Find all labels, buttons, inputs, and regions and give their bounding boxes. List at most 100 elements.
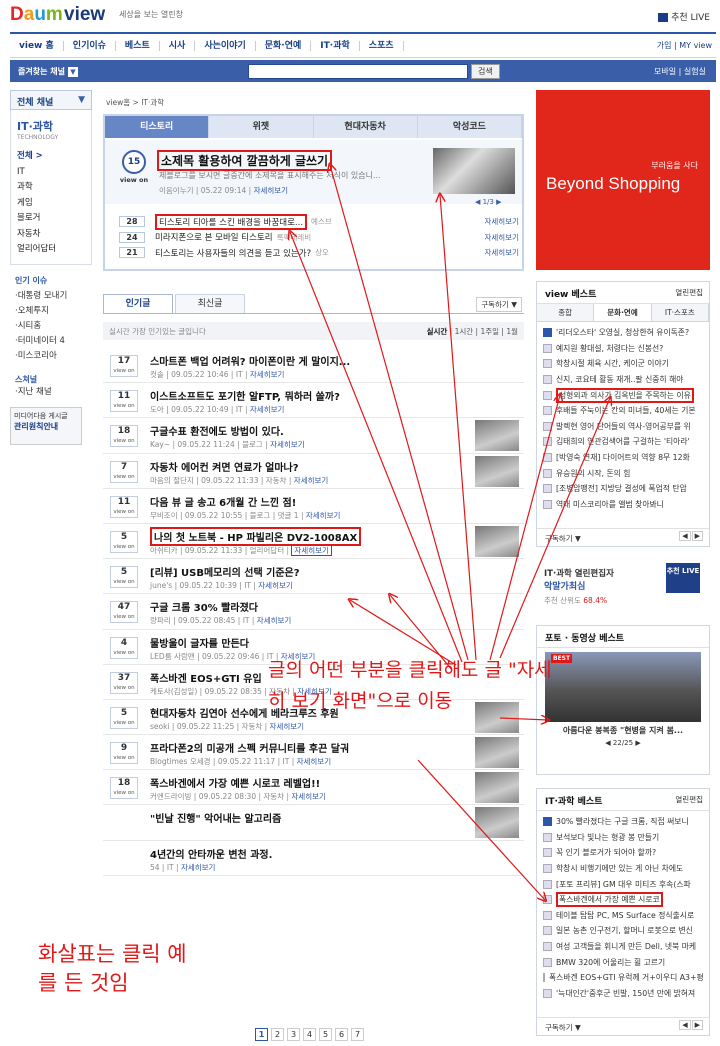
search-button[interactable]: 검색 bbox=[470, 63, 500, 79]
author[interactable]: 량파리 bbox=[150, 616, 171, 625]
view-on-count[interactable]: 7 view on bbox=[110, 460, 138, 483]
author[interactable]: 54 bbox=[150, 863, 160, 872]
list-item[interactable]: '리더오스타' 오영실, 청상한혀 유이독존? bbox=[543, 325, 703, 341]
item-title[interactable]: 30% 빨라졌다는 구글 크롬, 직접 써보니 bbox=[556, 816, 689, 827]
author[interactable]: 케토사(김성일) bbox=[150, 687, 197, 696]
category-item-blogger[interactable]: 블로거 bbox=[17, 211, 85, 227]
category-item-car[interactable]: 자동차 bbox=[17, 227, 85, 243]
period-filter[interactable]: 실시간 | 1시간 | 1주일 | 1월 bbox=[427, 326, 518, 337]
list-item[interactable]: 꼭 인기 블로거가 되어야 할까? bbox=[543, 845, 703, 861]
issue-item[interactable]: ·대통령 모내기 bbox=[15, 289, 92, 304]
subscribe-link[interactable]: 구독하기 bbox=[545, 534, 573, 543]
item-title[interactable]: 김태희의 연관검색어를 구걸하는 '티아라' bbox=[556, 436, 690, 447]
author[interactable]: june's bbox=[150, 581, 172, 590]
author[interactable]: 아쉬티카 bbox=[150, 546, 178, 555]
author[interactable]: 이음이누기 bbox=[159, 186, 194, 195]
comment-count[interactable]: 댓글 1 bbox=[278, 511, 299, 520]
category[interactable]: IT bbox=[236, 370, 243, 379]
more-link[interactable]: 자세히보기 bbox=[291, 544, 332, 556]
item-title[interactable]: 역대 미스코리아를 앨범 찾아봐니 bbox=[556, 499, 664, 510]
article-title[interactable]: 물방울이 글자를 만든다 bbox=[150, 635, 249, 650]
view-on-count[interactable]: 5 view on bbox=[110, 706, 138, 729]
join-myview-links[interactable]: 가입 | MY view bbox=[657, 40, 716, 51]
favorite-channel-dropdown[interactable]: 즐겨찾는 채널 ▼ bbox=[18, 66, 78, 77]
recommend-live-link[interactable]: 추천 LIVE bbox=[658, 10, 710, 23]
table-row[interactable]: 5 view on [리뷰] USB메모리의 선택 기준은? june's | 09.… bbox=[103, 559, 524, 595]
page-2[interactable]: 2 bbox=[271, 1028, 284, 1041]
item-title[interactable]: 신지, 코요테 활동 재개..팔 신중히 해야 bbox=[556, 374, 683, 385]
list-item[interactable]: BMW 320에 어울리는 휠 고르기 bbox=[543, 954, 703, 970]
breadcrumb[interactable]: view홈 > IT·과학 bbox=[106, 97, 164, 108]
page-5[interactable]: 5 bbox=[319, 1028, 332, 1041]
list-item[interactable]: 28 티스토리 티아를 스킨 배경을 바꿈대로... 예스브 자세히보기 bbox=[119, 213, 519, 230]
more-link[interactable]: 자세히보기 bbox=[258, 581, 293, 590]
more-link[interactable]: 자세히보기 bbox=[250, 370, 285, 379]
category-item-all[interactable]: 전체 > bbox=[17, 149, 85, 165]
category[interactable]: IT bbox=[236, 405, 243, 414]
item-title[interactable]: BMW 320에 어울리는 휠 고르기 bbox=[556, 957, 665, 968]
view-on-count[interactable]: 9 view on bbox=[110, 742, 138, 765]
view-on-count[interactable]: 47 view on bbox=[110, 601, 138, 624]
pager-arrows[interactable]: ◀ ▶ bbox=[678, 531, 703, 541]
page-1[interactable]: 1 bbox=[255, 1028, 268, 1041]
photo-pager[interactable]: ◀ 22/25 ▶ bbox=[537, 739, 709, 747]
gnb-sports[interactable]: 스포츠 bbox=[360, 40, 404, 51]
open-edit-link[interactable]: 열린편집 bbox=[675, 794, 703, 805]
featured-article[interactable]: 15 view on 소제목 활용하여 깔끔하게 글쓰기 제블로그를 보시면 글… bbox=[105, 140, 522, 206]
author[interactable]: Kay~ bbox=[150, 440, 170, 449]
tab-tistory[interactable]: 티스토리 bbox=[105, 116, 210, 138]
article-title[interactable]: 구글 크롬 30% 빨라졌다 bbox=[150, 599, 258, 614]
item-title[interactable]: 성형외과 의사가 김옥빈을 주목하는 이유 bbox=[556, 387, 694, 403]
table-row[interactable]: 47 view on 구글 크롬 30% 빨라졌다 량파리 | 09.05.22 08… bbox=[103, 594, 524, 630]
item-source[interactable]: 록팩테레비 bbox=[277, 232, 312, 243]
list-item[interactable]: 테이블 탑탑 PC, MS Surface 정식출시로 bbox=[543, 908, 703, 924]
category-item-game[interactable]: 게임 bbox=[17, 196, 85, 212]
featured-pager[interactable]: ◀ 1/3 ▶ bbox=[475, 198, 501, 206]
category[interactable]: IT bbox=[244, 581, 251, 590]
view-on-count[interactable]: 11 view on bbox=[110, 390, 138, 413]
list-item[interactable]: 일본 농촌 인구전기, 할머니 로봇으로 변신 bbox=[543, 923, 703, 939]
item-title[interactable]: 테이블 탑탑 PC, MS Surface 정식출시로 bbox=[556, 910, 694, 921]
more-link[interactable]: 자세히보기 bbox=[291, 792, 326, 801]
list-item[interactable]: 학창시 비행기에만 있는 게 아닌 차에도 bbox=[543, 861, 703, 877]
list-item[interactable]: 유승원의 시작, 돈의 힘 bbox=[543, 465, 703, 481]
list-item[interactable]: 예지원 황대설, 처령다는 신봉선? bbox=[543, 341, 703, 357]
author[interactable]: 마음의 절단지 bbox=[150, 476, 194, 485]
tab-hyundai[interactable]: 현대자동차 bbox=[314, 116, 418, 138]
page-4[interactable]: 4 bbox=[303, 1028, 316, 1041]
article-title[interactable]: [리뷰] USB메모리의 선택 기준은? bbox=[150, 564, 300, 579]
item-title[interactable]: '늑대인간'중후군 빈발, 150년 만에 밝혀져 bbox=[556, 988, 695, 999]
item-title[interactable]: 예지원 황대설, 처령다는 신봉선? bbox=[556, 343, 663, 354]
issue-item[interactable]: ·시티홈 bbox=[15, 319, 92, 334]
article-title[interactable]: 폭스바겐에서 가장 예쁜 시로코 레벨업!! bbox=[150, 775, 320, 790]
list-item[interactable]: 30% 빨라졌다는 구글 크롬, 직접 써보니 bbox=[543, 814, 703, 830]
search-input[interactable] bbox=[247, 63, 468, 79]
more-link[interactable]: 자세히보기 bbox=[250, 405, 285, 414]
category[interactable]: IT bbox=[167, 863, 174, 872]
page-7[interactable]: 7 bbox=[351, 1028, 364, 1041]
gnb-issue[interactable]: 인기이슈 bbox=[64, 40, 116, 51]
tab-it-sports[interactable]: IT·스포츠 bbox=[651, 304, 709, 321]
author[interactable]: 도아 bbox=[150, 405, 164, 414]
category[interactable]: 얼리어답터 bbox=[250, 546, 285, 555]
more-link[interactable]: 자세히보기 bbox=[270, 440, 305, 449]
list-item[interactable]: 후배들 주눅이는 칸의 미녀들, 40세는 기본 bbox=[543, 403, 703, 419]
category-item-science[interactable]: 과학 bbox=[17, 180, 85, 196]
more-link[interactable]: 자세히보기 bbox=[485, 247, 520, 258]
article-thumbnail[interactable] bbox=[475, 420, 519, 452]
article-thumbnail[interactable] bbox=[475, 737, 519, 769]
article-title[interactable]: 스마트폰 백업 어려워? 마이폰이란 게 말이지... bbox=[150, 353, 350, 368]
view-on-count[interactable]: 17 view on bbox=[110, 355, 138, 377]
category[interactable]: 블로그 bbox=[250, 511, 271, 520]
more-link[interactable]: 자세히보기 bbox=[257, 616, 292, 625]
list-item[interactable]: 학창시절 체육 시간, 케이군 이야기 bbox=[543, 356, 703, 372]
article-title[interactable]: 프라다폰2의 미공개 스펙 커뮤니티를 후끈 달궈 bbox=[150, 740, 349, 755]
item-title[interactable]: 티스토리는 사용자들의 의견을 듣고 있는가? bbox=[155, 247, 311, 259]
author[interactable]: 컷솔 bbox=[150, 370, 164, 379]
author[interactable]: 무비조이 bbox=[150, 511, 178, 520]
photo-caption[interactable]: 아름다운 봉복종 "현병을 지켜 봄... bbox=[537, 725, 709, 736]
table-row[interactable]: 18 view on 폭스바겐에서 가장 예쁜 시로코 레벨업!! 커엔드라이빙 | … bbox=[103, 770, 524, 806]
article-title[interactable]: 자동차 에어컨 켜면 연료가 얼마나? bbox=[150, 459, 299, 474]
issue-item[interactable]: ·미스코리아 bbox=[15, 349, 92, 364]
list-item[interactable]: 폭스바겐에서 가장 예쁜 시로코 bbox=[543, 892, 703, 908]
